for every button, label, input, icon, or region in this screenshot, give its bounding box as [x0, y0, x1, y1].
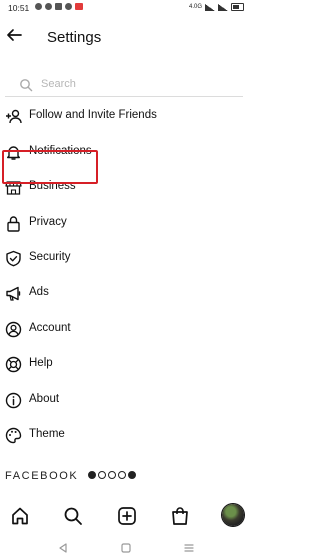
lock-icon — [7, 216, 20, 232]
facebook-app-icon — [88, 471, 96, 479]
bottom-nav — [0, 500, 249, 530]
menu-item-ads[interactable]: Ads — [0, 277, 249, 309]
arrow-left-icon[interactable] — [5, 26, 23, 44]
user-circle-icon — [5, 321, 22, 338]
megaphone-icon — [6, 286, 21, 301]
notification-icon — [65, 3, 72, 10]
search-icon[interactable] — [63, 506, 83, 526]
new-post-icon[interactable] — [117, 506, 137, 526]
network-type-label: 4.0G — [188, 4, 202, 10]
menu-item-account[interactable]: Account — [0, 313, 249, 345]
battery-icon — [231, 3, 244, 11]
menu-item-theme[interactable]: Theme — [0, 419, 249, 451]
search-bar[interactable] — [5, 74, 243, 97]
profile-avatar[interactable] — [222, 504, 244, 526]
signal-icon — [205, 3, 215, 11]
menu-item-label: Security — [29, 251, 71, 263]
system-nav-bar — [0, 538, 249, 560]
status-bar: 10:51 4.0G — [0, 0, 249, 16]
menu-item-help[interactable]: Help — [0, 348, 249, 380]
shop-bag-icon[interactable] — [170, 506, 190, 526]
home-icon[interactable] — [10, 506, 30, 526]
signal-icon — [218, 3, 228, 11]
menu-item-label: Follow and Invite Friends — [29, 109, 157, 121]
whatsapp-app-icon — [118, 471, 126, 479]
instagram-app-icon — [108, 471, 116, 479]
search-input[interactable] — [41, 76, 231, 92]
back-triangle-icon[interactable] — [57, 542, 69, 554]
notification-icon — [55, 3, 62, 10]
menu-item-label: Help — [29, 357, 53, 369]
shield-icon — [6, 250, 21, 267]
menu-item-about[interactable]: About — [0, 384, 249, 416]
status-notification-icons — [35, 3, 83, 10]
lifebuoy-icon — [5, 356, 22, 373]
menu-item-label: About — [29, 393, 60, 405]
menu-item-label: Privacy — [29, 216, 67, 228]
page-title: Settings — [47, 29, 102, 46]
notification-icon — [45, 3, 52, 10]
status-time: 10:51 — [8, 3, 30, 13]
business-highlight-box — [2, 150, 98, 184]
header: Settings — [0, 22, 249, 52]
menu-item-label: Account — [29, 322, 71, 334]
menu-item-security[interactable]: Security — [0, 242, 249, 274]
status-indicators: 4.0G — [189, 3, 244, 11]
menu-item-privacy[interactable]: Privacy — [0, 207, 249, 239]
messenger-app-icon — [98, 471, 106, 479]
menu-item-label: Theme — [29, 428, 65, 440]
notification-icon — [35, 3, 42, 10]
oculus-app-icon — [128, 471, 136, 479]
palette-icon — [5, 427, 22, 444]
recents-menu-icon[interactable] — [183, 542, 195, 554]
home-square-icon[interactable] — [120, 542, 132, 554]
facebook-brand-label: FACEBOOK — [5, 470, 79, 482]
info-icon — [5, 392, 22, 409]
meta-apps-icons — [88, 471, 136, 479]
menu-item-label: Ads — [29, 286, 49, 298]
menu-item-follow-invite[interactable]: Follow and Invite Friends — [0, 100, 249, 132]
notification-icon — [75, 3, 83, 10]
search-icon — [20, 79, 33, 92]
add-person-icon — [6, 109, 22, 124]
